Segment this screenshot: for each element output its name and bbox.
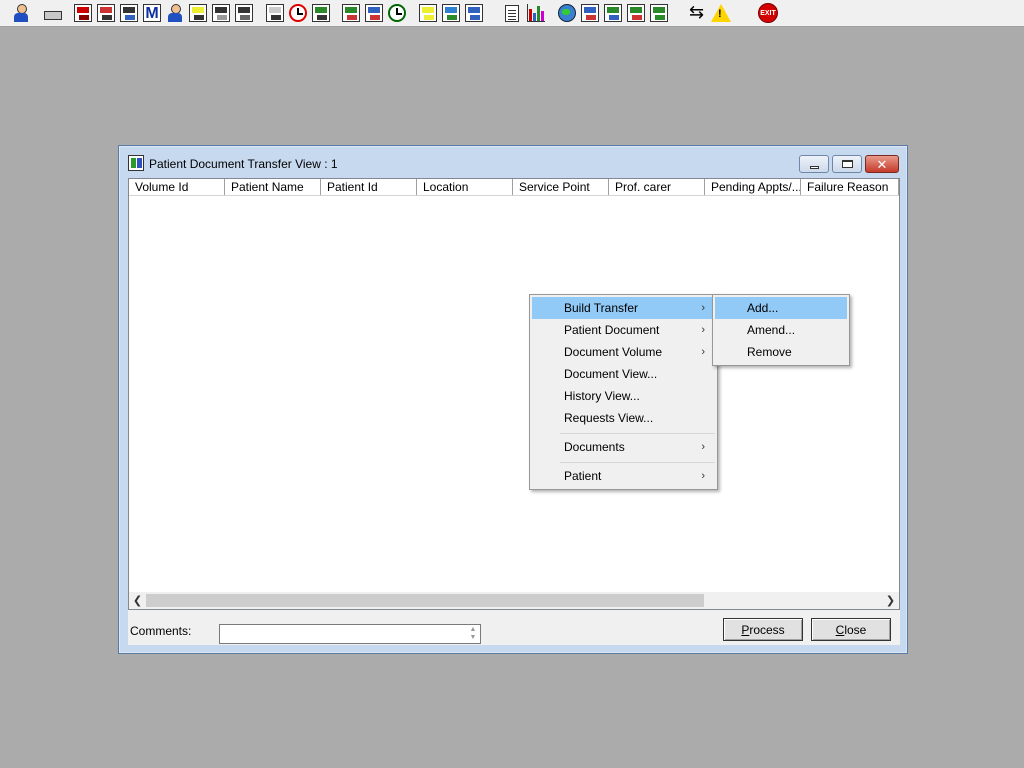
submenu-item-remove[interactable]: Remove xyxy=(715,341,847,363)
comments-label: Comments: xyxy=(130,624,192,638)
close-icon: ✕ xyxy=(876,156,888,172)
menu-item-label: Document Volume xyxy=(564,345,663,359)
exit-label: EXIT xyxy=(758,3,778,23)
comments-field[interactable]: ▲ ▼ xyxy=(219,624,481,644)
m-icon[interactable]: M xyxy=(141,2,163,24)
horizontal-scrollbar[interactable]: ❮ ❯ xyxy=(129,592,899,609)
menu-separator xyxy=(560,462,715,463)
green-arrows-icon[interactable] xyxy=(648,2,670,24)
minimize-button[interactable] xyxy=(799,155,829,173)
transfer-list[interactable]: Volume Id Patient Name Patient Id Locati… xyxy=(128,178,900,610)
maximize-icon xyxy=(841,160,853,168)
submenu-item-add[interactable]: Add... xyxy=(715,297,847,319)
submenu-arrow-icon: › xyxy=(701,324,705,336)
submenu-item-amend[interactable]: Amend... xyxy=(715,319,847,341)
menu-item-patient-document[interactable]: Patient Document › xyxy=(532,319,715,341)
forms-icon[interactable] xyxy=(579,2,601,24)
timer-icon[interactable] xyxy=(386,2,408,24)
column-header-volume-id[interactable]: Volume Id xyxy=(129,179,225,195)
close-mnemonic: C xyxy=(835,622,845,637)
column-header-prof-carer[interactable]: Prof. carer xyxy=(609,179,705,195)
mail-icon[interactable] xyxy=(264,2,286,24)
submenu-arrow-icon: › xyxy=(701,302,705,314)
document-icon[interactable] xyxy=(501,2,523,24)
submenu-arrow-icon: › xyxy=(701,470,705,482)
window-client-area: Volume Id Patient Name Patient Id Locati… xyxy=(128,178,900,645)
column-header-location[interactable]: Location xyxy=(417,179,513,195)
warning-icon[interactable] xyxy=(710,2,732,24)
scroll-thumb[interactable] xyxy=(146,594,704,607)
folder-icon[interactable] xyxy=(210,2,232,24)
menu-item-label: Documents xyxy=(564,440,625,454)
tools-icon[interactable] xyxy=(118,2,140,24)
menu-item-patient[interactable]: Patient › xyxy=(532,465,715,487)
menu-item-label: Document View... xyxy=(564,367,658,381)
scroll-right-icon[interactable]: ❯ xyxy=(882,592,899,609)
app-icon[interactable] xyxy=(128,155,144,171)
comments-spinner[interactable]: ▲ ▼ xyxy=(466,625,480,643)
column-header-patient-id[interactable]: Patient Id xyxy=(321,179,417,195)
calculator-icon[interactable] xyxy=(310,2,332,24)
chart-icon[interactable] xyxy=(340,2,362,24)
process-button[interactable]: Process xyxy=(723,618,803,641)
folder2-icon[interactable] xyxy=(233,2,255,24)
submenu-arrow-icon: › xyxy=(701,441,705,453)
process-mnemonic: P xyxy=(741,622,750,637)
window-title: Patient Document Transfer View : 1 xyxy=(149,157,338,171)
exit-icon[interactable]: EXIT xyxy=(757,2,779,24)
menu-item-label: Patient xyxy=(564,469,602,483)
menu-item-label: Build Transfer xyxy=(564,301,639,315)
menu-item-label: Patient Document xyxy=(564,323,660,337)
edit-icon[interactable] xyxy=(95,2,117,24)
globe-icon[interactable] xyxy=(556,2,578,24)
notes-icon[interactable] xyxy=(187,2,209,24)
column-header-service-point[interactable]: Service Point xyxy=(513,179,609,195)
notepad-icon[interactable] xyxy=(417,2,439,24)
menu-item-build-transfer[interactable]: Build Transfer › xyxy=(532,297,715,319)
list-header: Volume Id Patient Name Patient Id Locati… xyxy=(129,179,899,196)
menu-item-document-volume[interactable]: Document Volume › xyxy=(532,341,715,363)
person-icon[interactable] xyxy=(10,2,32,24)
minimize-icon xyxy=(809,165,819,169)
printer-icon[interactable] xyxy=(41,2,63,24)
menu-item-document-view[interactable]: Document View... xyxy=(532,363,715,385)
context-menu: Build Transfer › Patient Document › Docu… xyxy=(529,294,718,490)
switch-icon[interactable] xyxy=(687,2,709,24)
main-toolbar: M EXIT xyxy=(0,0,1024,27)
calendar-icon[interactable] xyxy=(363,2,385,24)
column-header-failure-reason[interactable]: Failure Reason xyxy=(801,179,899,195)
process-label: rocess xyxy=(749,622,785,637)
refresh-icon[interactable] xyxy=(625,2,647,24)
build-transfer-submenu: Add... Amend... Remove xyxy=(712,294,850,366)
menu-separator xyxy=(560,433,715,434)
bar-chart-icon[interactable] xyxy=(525,2,547,24)
menu-item-history-view[interactable]: History View... xyxy=(532,385,715,407)
patient-icon[interactable] xyxy=(164,2,186,24)
close-window-button[interactable]: ✕ xyxy=(865,155,899,173)
check-icon[interactable] xyxy=(602,2,624,24)
clock-icon[interactable] xyxy=(287,2,309,24)
printer2-icon[interactable] xyxy=(440,2,462,24)
scroll-left-icon[interactable]: ❮ xyxy=(129,592,146,609)
book-icon[interactable] xyxy=(72,2,94,24)
submenu-arrow-icon: › xyxy=(701,346,705,358)
maximize-button[interactable] xyxy=(832,155,862,173)
close-button[interactable]: Close xyxy=(811,618,891,641)
menu-item-requests-view[interactable]: Requests View... xyxy=(532,407,715,429)
menu-item-label: Requests View... xyxy=(564,411,654,425)
printer3-icon[interactable] xyxy=(463,2,485,24)
title-bar[interactable]: Patient Document Transfer View : 1 ✕ xyxy=(119,146,907,178)
menu-item-label: History View... xyxy=(564,389,640,403)
close-label: lose xyxy=(844,622,867,637)
column-header-patient-name[interactable]: Patient Name xyxy=(225,179,321,195)
column-header-pending-appts[interactable]: Pending Appts/... xyxy=(705,179,801,195)
patient-document-transfer-window: Patient Document Transfer View : 1 ✕ Vol… xyxy=(118,145,908,654)
menu-item-documents[interactable]: Documents › xyxy=(532,436,715,458)
